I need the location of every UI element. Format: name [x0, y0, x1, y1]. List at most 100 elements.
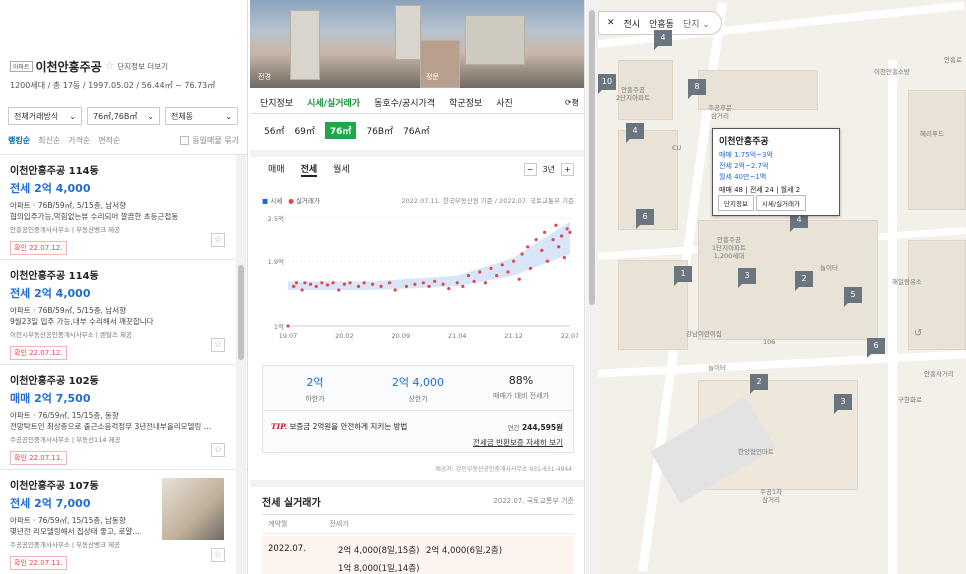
- map-marker[interactable]: 4: [654, 30, 672, 50]
- listing-detail: 아파트 · 76B/59㎡, 5/15층, 남서향: [10, 201, 127, 210]
- popup-price-button[interactable]: 시세/실거래가: [755, 195, 806, 211]
- favorite-star-icon[interactable]: ☆: [105, 59, 115, 72]
- complex-info-link[interactable]: 단지정보 더보기: [117, 62, 168, 71]
- area-tab[interactable]: 56㎡: [264, 124, 284, 137]
- tab-price[interactable]: 시세/실거래가: [307, 96, 360, 109]
- tab-photos[interactable]: 사진: [496, 96, 513, 109]
- map-marker[interactable]: 2: [750, 374, 768, 394]
- area-tab[interactable]: 76A㎡: [403, 124, 430, 137]
- same-listing-label: 동일매물 묶기: [192, 136, 239, 145]
- popup-info-button[interactable]: 단지정보: [718, 195, 754, 211]
- plus-button[interactable]: +: [561, 163, 574, 176]
- table-row: 2022.07. 2억 4,000(8일,15층) 2억 4,000(6일,2층…: [262, 536, 574, 574]
- listing-detail: 아파트 · 76/59㎡, 15/15층, 동향: [10, 411, 119, 420]
- listing-list: 이천안흥주공 114동 전세 2억 4,000 아파트 · 76B/59㎡, 5…: [0, 154, 247, 574]
- list-scrollbar[interactable]: [236, 155, 246, 574]
- map-marker[interactable]: 5: [844, 287, 862, 307]
- sort-latest[interactable]: 최신순: [38, 135, 60, 146]
- map-region-city[interactable]: 전시: [624, 17, 641, 30]
- data-point: [300, 288, 304, 292]
- area-tab-selected[interactable]: 76㎡: [324, 122, 357, 139]
- recent-trades: 전세 실거래가 2022.07. 국토교통부 기준 계약월 전세가 2022.07…: [262, 494, 574, 574]
- map-marker[interactable]: 10: [598, 74, 616, 94]
- bookmark-star-icon[interactable]: ☆: [211, 233, 225, 247]
- guarantee-link[interactable]: 전세금 반환보증 자세히 보기: [473, 437, 563, 448]
- area-tab[interactable]: 69㎡: [294, 124, 314, 137]
- building-select[interactable]: 전체동 ⌄: [165, 107, 238, 125]
- map-label: CU: [672, 144, 682, 152]
- pyeong-toggle[interactable]: ⟳평: [565, 97, 579, 108]
- map-marker[interactable]: 4: [626, 123, 644, 143]
- ratio-value: 88%: [508, 374, 534, 387]
- listing-price: 전세 2억 4,000: [10, 182, 91, 195]
- map-marker[interactable]: 8: [688, 79, 706, 99]
- map-marker[interactable]: 1: [674, 266, 692, 286]
- sort-ranking[interactable]: 랭킹순: [8, 135, 30, 146]
- popup-counts: 매매 48 | 전세 24 | 월세 2: [719, 186, 801, 194]
- area-select[interactable]: 76㎡,76B㎡ ⌄: [87, 107, 160, 125]
- data-point: [320, 281, 324, 285]
- area-value: 76㎡,76B㎡: [93, 111, 138, 121]
- list-item[interactable]: 이천안흥주공 107동 전세 2억 7,000 아파트 · 76/59㎡, 15…: [0, 469, 247, 574]
- amount-label: 연간: [507, 424, 520, 432]
- map-label: 안흥주공 1단지아파트 1,200세대: [711, 236, 747, 260]
- map-marker[interactable]: 2: [795, 271, 813, 291]
- listing-photo[interactable]: [162, 478, 224, 540]
- bookmark-star-icon[interactable]: ☆: [211, 338, 225, 352]
- building-value: 전체동: [171, 111, 194, 121]
- data-point: [433, 279, 437, 283]
- row-price: 2억 4,000(8일,15층): [338, 546, 420, 556]
- map-marker[interactable]: 6: [636, 209, 654, 229]
- scrollbar-thumb[interactable]: [589, 10, 595, 305]
- data-point: [461, 284, 465, 288]
- data-point: [472, 279, 476, 283]
- map-complex-label: 단지: [682, 19, 700, 30]
- tab-unit-price[interactable]: 동호수/공시가격: [374, 96, 435, 109]
- map-marker[interactable]: 3: [834, 394, 852, 414]
- count-sale: 매매 48: [719, 186, 744, 194]
- complex-popup[interactable]: 이천안흥주공 매매 1.75억~3억 전세 2억~2.7억 월세 40만~1백 …: [712, 128, 840, 216]
- list-item[interactable]: 이천안흥주공 114동 전세 2억 4,000 아파트 · 76B/59㎡, 5…: [0, 259, 247, 364]
- data-point: [554, 223, 558, 227]
- complex-photo[interactable]: 전경 정문: [250, 0, 584, 88]
- sort-price[interactable]: 가격순: [68, 135, 90, 146]
- bookmark-star-icon[interactable]: ☆: [211, 548, 225, 562]
- sort-area[interactable]: 면적순: [98, 135, 120, 146]
- data-point: [568, 230, 572, 234]
- close-icon[interactable]: ✕: [607, 18, 615, 28]
- data-point: [294, 281, 299, 285]
- map-label: 놀이터: [708, 364, 726, 372]
- map-view[interactable]: ✕ 전시 안흥동 단지 ⌄ 10 4 8 4 6 1 3 2 5 6 2 3 4…: [598, 0, 966, 574]
- tab-complex-info[interactable]: 단지정보: [260, 96, 293, 109]
- trade-tab-jeonse[interactable]: 전세: [300, 162, 318, 177]
- data-point: [512, 259, 516, 263]
- detail-scrollbar[interactable]: [586, 0, 598, 574]
- map-marker[interactable]: 3: [738, 268, 756, 288]
- data-point: [404, 284, 409, 288]
- list-item[interactable]: 이천안흥주공 102동 매매 2억 7,500 아파트 · 76/59㎡, 15…: [0, 364, 247, 469]
- col-month: 계약월: [268, 520, 288, 528]
- map-complex-select[interactable]: 단지 ⌄: [683, 17, 710, 30]
- trade-tab-sale[interactable]: 매매: [268, 162, 285, 177]
- map-region-dong[interactable]: 안흥동: [649, 17, 674, 30]
- same-listing-toggle[interactable]: 동일매물 묶기: [180, 135, 239, 146]
- period-value: 3년: [542, 165, 555, 174]
- map-marker[interactable]: 6: [867, 338, 885, 358]
- low-value: 2억: [306, 376, 324, 389]
- data-point: [314, 284, 318, 288]
- trade-tab-rent[interactable]: 월세: [333, 162, 350, 177]
- tab-school[interactable]: 학군정보: [449, 96, 482, 109]
- map-label: 주공1차 삼거리: [760, 488, 783, 504]
- data-point: [441, 282, 445, 286]
- listing-desc: 협의입주가능,막힘없는뷰 수리되어 깔끔한 초등근접동: [10, 212, 179, 221]
- data-point: [528, 266, 533, 270]
- bookmark-star-icon[interactable]: ☆: [211, 443, 225, 457]
- checkbox[interactable]: [180, 136, 190, 145]
- trade-type-select[interactable]: 전체거래방식 ⌄: [8, 107, 82, 125]
- area-tab[interactable]: 76B㎡: [366, 124, 393, 137]
- chevron-down-icon: ⌄: [69, 111, 76, 121]
- list-item[interactable]: 이천안흥주공 114동 전세 2억 4,000 아파트 · 76B/59㎡, 5…: [0, 154, 247, 259]
- minus-button[interactable]: −: [523, 163, 537, 176]
- scrollbar-thumb[interactable]: [238, 265, 244, 360]
- data-point: [387, 281, 392, 285]
